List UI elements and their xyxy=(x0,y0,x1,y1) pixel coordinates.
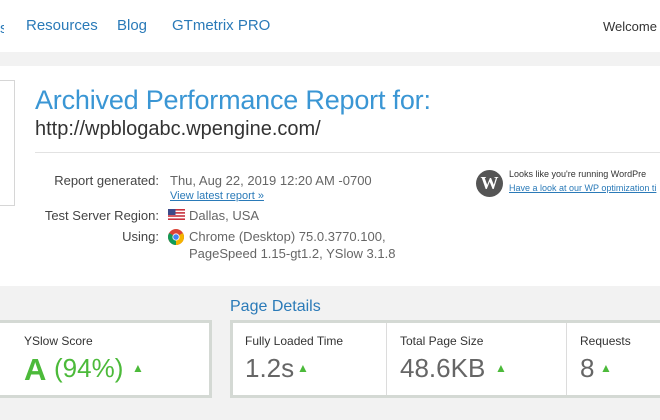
welcome-text[interactable]: Welcome N xyxy=(603,19,660,34)
page-title: Archived Performance Report for: xyxy=(35,85,431,115)
fully-loaded-time-label: Fully Loaded Time xyxy=(245,334,344,348)
metric-divider xyxy=(386,323,387,395)
page-screenshot-thumbnail xyxy=(0,80,15,206)
report-generated-label: Report generated: xyxy=(54,173,159,188)
caret-up-icon: ▲ xyxy=(600,361,612,375)
using-line-2: PageSpeed 1.15-gt1.2, YSlow 3.1.8 xyxy=(189,246,396,261)
view-latest-report-link[interactable]: View latest report » xyxy=(170,190,264,202)
total-page-size-value: 48.6KB xyxy=(400,353,486,383)
nav-link-gtmetrix-pro[interactable]: GTmetrix PRO xyxy=(172,17,270,34)
nav-link-truncated[interactable]: s xyxy=(0,20,4,34)
using-label: Using: xyxy=(122,229,159,244)
top-nav: s Resources Blog GTmetrix PRO Welcome N xyxy=(0,0,660,52)
yslow-grade: A xyxy=(24,352,47,387)
chrome-icon xyxy=(168,229,184,245)
metric-divider xyxy=(566,323,567,395)
requests-value: 8 xyxy=(580,353,595,383)
total-page-size-label: Total Page Size xyxy=(400,334,484,348)
nav-link-blog[interactable]: Blog xyxy=(117,17,147,34)
nav-link-resources[interactable]: Resources xyxy=(26,17,98,34)
test-server-region-value: Dallas, USA xyxy=(189,208,260,223)
requests-label: Requests xyxy=(580,334,631,348)
fully-loaded-time-value: 1.2s xyxy=(245,353,295,383)
yslow-percent: (94%) xyxy=(54,353,124,383)
caret-up-icon: ▲ xyxy=(132,361,144,375)
caret-up-icon: ▲ xyxy=(495,361,507,375)
divider xyxy=(35,152,660,153)
wordpress-notice: Looks like you're running WordPre xyxy=(509,169,647,179)
caret-up-icon: ▲ xyxy=(297,361,309,375)
report-url: http://wpblogabc.wpengine.com/ xyxy=(35,118,321,140)
page-details-heading: Page Details xyxy=(230,298,321,315)
using-line-1: Chrome (Desktop) 75.0.3770.100, xyxy=(189,229,386,244)
wp-optimization-link[interactable]: Have a look at our WP optimization ti xyxy=(509,183,656,193)
us-flag-icon xyxy=(168,209,185,220)
wordpress-icon: W xyxy=(476,170,503,197)
report-generated-value: Thu, Aug 22, 2019 12:20 AM -0700 xyxy=(170,173,372,188)
test-server-region-label: Test Server Region: xyxy=(44,208,159,223)
yslow-score-label: YSlow Score xyxy=(24,334,93,348)
